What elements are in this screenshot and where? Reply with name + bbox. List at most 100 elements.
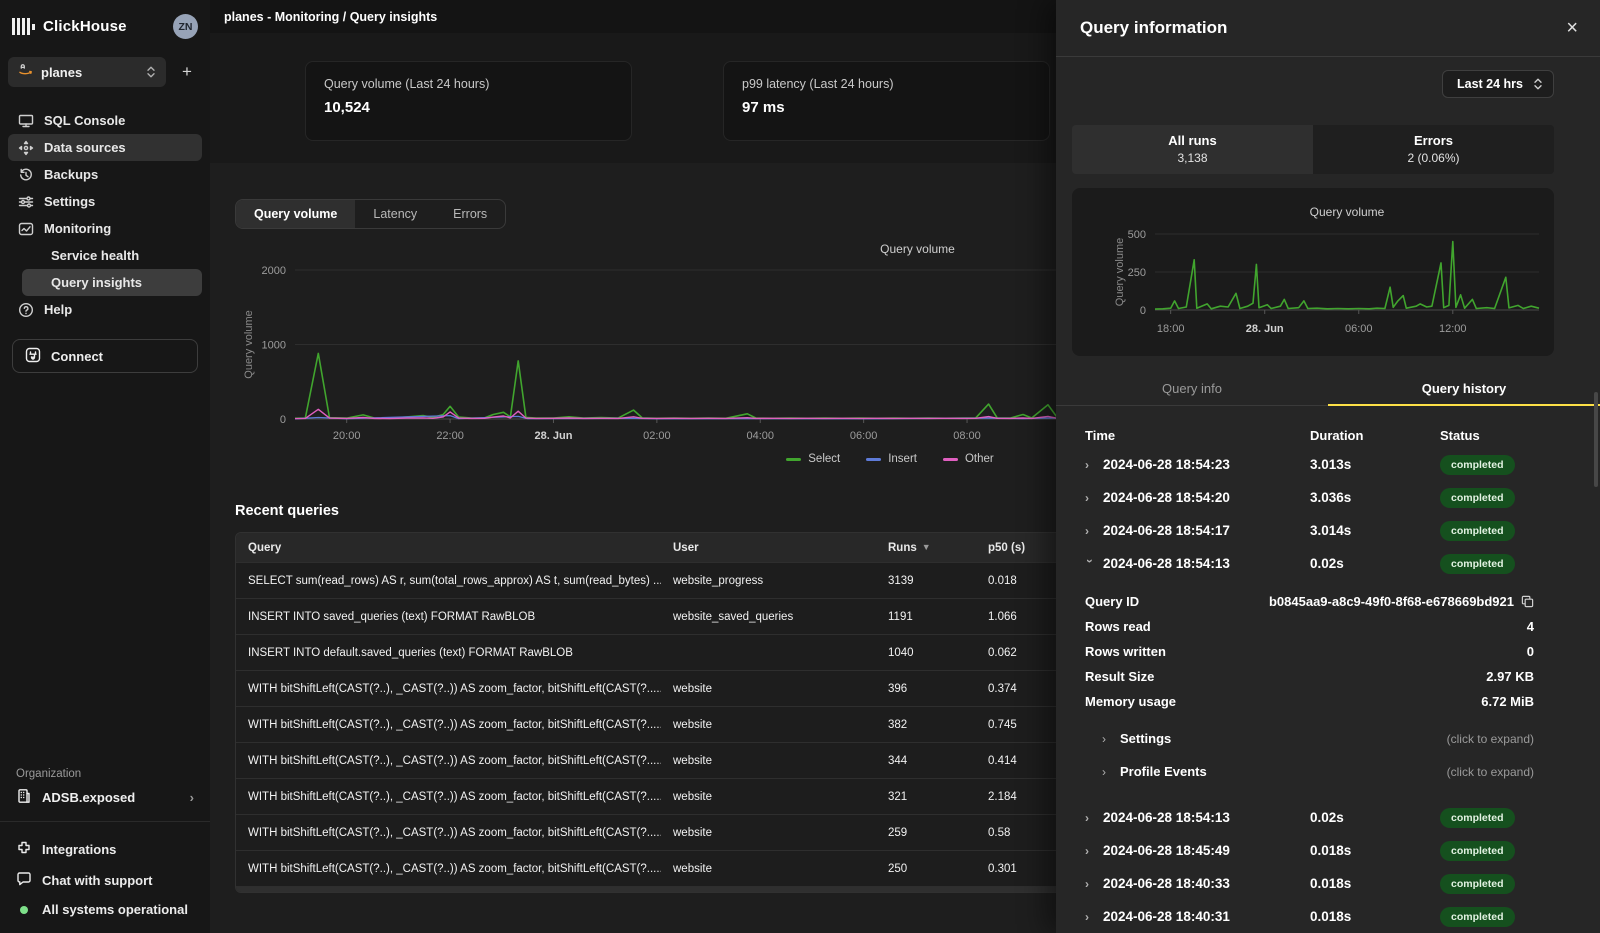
stat-label: p99 latency (Last 24 hours) — [742, 77, 1031, 91]
close-icon[interactable]: × — [1566, 18, 1578, 38]
mini-query-volume-chart: 025050018:0028. Jun06:0012:00Query volum… — [1072, 188, 1554, 356]
connect-button[interactable]: Connect — [12, 339, 198, 373]
chart-tab[interactable]: Latency — [355, 200, 435, 228]
svg-text:22:00: 22:00 — [436, 430, 464, 442]
expand-chevron-icon[interactable]: › — [1085, 491, 1095, 505]
legend-item[interactable]: Select — [786, 453, 840, 465]
expander-row[interactable]: › Settings (click to expand) — [1102, 722, 1534, 755]
sidebar-item-sql-console[interactable]: SQL Console — [8, 107, 202, 134]
segment-label: Errors — [1313, 133, 1554, 148]
sidebar-item-monitoring[interactable]: Monitoring — [8, 215, 202, 242]
sidebar-item-settings[interactable]: Settings — [8, 188, 202, 215]
expand-chevron-icon[interactable]: › — [1085, 458, 1095, 472]
history-row[interactable]: ›2024-06-28 18:45:49 0.018s completed — [1085, 834, 1560, 867]
svg-text:250: 250 — [1128, 267, 1146, 279]
svg-text:02:00: 02:00 — [643, 430, 671, 442]
sidebar-item-chat-support[interactable]: Chat with support — [0, 865, 210, 896]
detail-value: 4 — [1527, 619, 1534, 634]
cell-query: INSERT INTO default.saved_queries (text)… — [236, 647, 661, 659]
history-row[interactable]: ›2024-06-28 18:54:13 0.02s completed — [1085, 801, 1560, 834]
expand-chevron-icon[interactable]: › — [1085, 811, 1095, 825]
detail-row: Rows read 4 — [1085, 614, 1534, 639]
backups-icon — [18, 167, 34, 183]
user-avatar[interactable]: ZN — [173, 14, 198, 39]
stat-label: Query volume (Last 24 hours) — [324, 77, 613, 91]
history-duration: 0.02s — [1310, 556, 1440, 571]
column-header-runs[interactable]: Runs▼ — [876, 542, 976, 554]
cell-query: WITH bitShiftLeft(CAST(?..), _CAST(?..))… — [236, 683, 661, 695]
panel-tab[interactable]: Query info — [1056, 371, 1328, 405]
status-badge: completed — [1440, 907, 1515, 927]
sidebar-item-data-sources[interactable]: Data sources — [8, 134, 202, 161]
sidebar-item-label: Settings — [44, 194, 95, 209]
panel-tab[interactable]: Query history — [1328, 371, 1600, 405]
expander-row[interactable]: › Profile Events (click to expand) — [1102, 755, 1534, 788]
segment[interactable]: All runs 3,138 — [1072, 125, 1313, 174]
detail-row: Memory usage 6.72 MiB — [1085, 689, 1534, 714]
svg-text:04:00: 04:00 — [746, 430, 774, 442]
sidebar-item-integrations[interactable]: Integrations — [0, 834, 210, 865]
history-time: 2024-06-28 18:40:33 — [1103, 876, 1230, 891]
history-column-duration: Duration — [1310, 428, 1440, 443]
history-row[interactable]: ›2024-06-28 18:54:23 3.013s completed — [1085, 448, 1560, 481]
cell-query: WITH bitShiftLeft(CAST(?..), _CAST(?..))… — [236, 863, 661, 875]
organization-switcher[interactable]: ADSB.exposed › — [0, 788, 210, 821]
sidebar-item-label: Chat with support — [42, 873, 153, 888]
sidebar-item-backups[interactable]: Backups — [8, 161, 202, 188]
detail-row: Rows written 0 — [1085, 639, 1534, 664]
column-header-user[interactable]: User — [661, 542, 876, 554]
history-row[interactable]: ›2024-06-28 18:54:13 0.02s completed — [1085, 547, 1560, 580]
expand-chevron-icon[interactable]: › — [1085, 877, 1095, 891]
status-badge: completed — [1440, 808, 1515, 828]
expand-chevron-icon: › — [1102, 732, 1112, 746]
copy-icon[interactable] — [1521, 595, 1534, 608]
history-time: 2024-06-28 18:54:20 — [1103, 490, 1230, 505]
history-row[interactable]: ›2024-06-28 18:40:33 0.018s completed — [1085, 867, 1560, 900]
chart-tab[interactable]: Errors — [435, 200, 505, 228]
legend-item[interactable]: Other — [943, 453, 994, 465]
cell-query: INSERT INTO saved_queries (text) FORMAT … — [236, 611, 661, 623]
history-row[interactable]: ›2024-06-28 18:54:17 3.014s completed — [1085, 514, 1560, 547]
detail-value: 6.72 MiB — [1481, 694, 1534, 709]
sidebar-item-service-health[interactable]: Service health — [22, 242, 202, 269]
app-title: ClickHouse — [43, 18, 127, 35]
time-range-select[interactable]: Last 24 hrs — [1442, 70, 1554, 98]
svg-text:Query volume: Query volume — [880, 242, 955, 256]
legend-swatch — [943, 458, 958, 461]
add-service-button[interactable]: + — [176, 62, 198, 82]
column-header-query[interactable]: Query — [236, 542, 661, 554]
service-name: planes — [41, 65, 138, 80]
history-row[interactable]: ›2024-06-28 18:40:31 0.018s completed — [1085, 900, 1560, 933]
sidebar-item-help[interactable]: Help — [8, 296, 202, 323]
select-updown-icon — [1533, 77, 1543, 91]
sidebar-item-label: Integrations — [42, 842, 116, 857]
legend-item[interactable]: Insert — [866, 453, 917, 465]
segment-label: All runs — [1072, 133, 1313, 148]
sidebar-item-query-insights[interactable]: Query insights — [22, 269, 202, 296]
expand-chevron-icon[interactable]: › — [1083, 559, 1097, 569]
stat-value: 97 ms — [742, 99, 1031, 116]
history-row[interactable]: ›2024-06-28 18:54:20 3.036s completed — [1085, 481, 1560, 514]
service-selector[interactable]: planes — [8, 57, 166, 87]
system-status[interactable]: All systems operational — [0, 896, 210, 923]
segment[interactable]: Errors 2 (0.06%) — [1313, 125, 1554, 174]
svg-text:1000: 1000 — [262, 340, 286, 352]
history-column-time: Time — [1085, 428, 1310, 443]
scrollbar-thumb[interactable] — [1594, 392, 1598, 487]
cell-user: website — [661, 827, 876, 839]
status-badge: completed — [1440, 455, 1515, 475]
expand-chevron-icon[interactable]: › — [1085, 910, 1095, 924]
stat-card: p99 latency (Last 24 hours) 97 ms — [723, 61, 1050, 141]
sql-console-icon — [18, 113, 34, 129]
detail-label: Query ID — [1085, 594, 1139, 609]
chart-tab[interactable]: Query volume — [236, 200, 355, 228]
expand-chevron-icon[interactable]: › — [1085, 844, 1095, 858]
expand-chevron-icon[interactable]: › — [1085, 524, 1095, 538]
svg-text:06:00: 06:00 — [850, 430, 878, 442]
expander-hint: (click to expand) — [1447, 732, 1534, 746]
svg-text:08:00: 08:00 — [953, 430, 981, 442]
cell-runs: 1191 — [876, 611, 976, 623]
svg-text:18:00: 18:00 — [1157, 323, 1185, 335]
cell-user: website — [661, 719, 876, 731]
history-time: 2024-06-28 18:54:23 — [1103, 457, 1230, 472]
